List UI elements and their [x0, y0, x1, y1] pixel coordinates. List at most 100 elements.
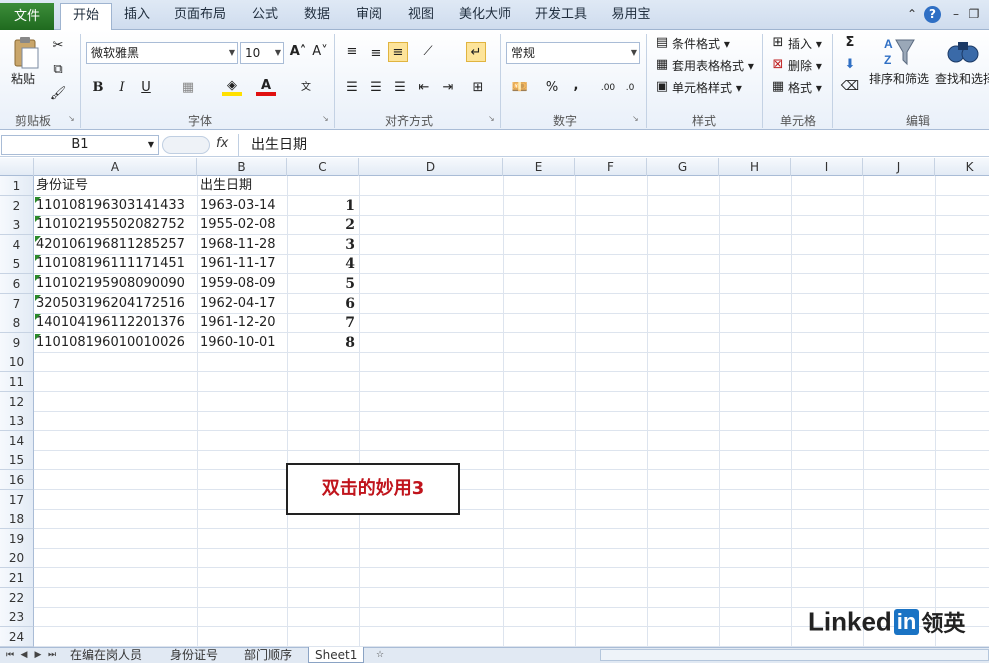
cell-a[interactable]: 身份证号: [36, 176, 196, 198]
font-name-select[interactable]: 微软雅黑 ▼: [86, 42, 238, 64]
copy-icon[interactable]: ⧉: [48, 60, 68, 80]
row-header[interactable]: 12: [0, 392, 34, 412]
row-header[interactable]: 11: [0, 372, 34, 392]
column-header-e[interactable]: E: [503, 158, 575, 176]
tab-easy-tools[interactable]: 易用宝: [606, 3, 656, 30]
comma-button[interactable]: ,: [566, 76, 586, 96]
tab-view[interactable]: 视图: [402, 3, 440, 30]
tab-formulas[interactable]: 公式: [246, 3, 284, 30]
merge-center-icon[interactable]: ⊞: [468, 78, 488, 98]
tab-review[interactable]: 审阅: [350, 3, 388, 30]
cell-a[interactable]: 110102195908090090: [36, 274, 196, 296]
cell-c[interactable]: 2: [287, 215, 355, 237]
restore-icon[interactable]: ❐: [966, 6, 982, 22]
cell-c[interactable]: [287, 176, 355, 198]
row-header[interactable]: 23: [0, 607, 34, 627]
sheet-tab-sheet1[interactable]: Sheet1: [308, 647, 365, 663]
find-select-icon[interactable]: [946, 34, 980, 68]
row-header[interactable]: 16: [0, 470, 34, 490]
row-header[interactable]: 3: [0, 215, 34, 235]
align-left-icon[interactable]: ☰: [342, 78, 362, 98]
help-icon[interactable]: ?: [924, 6, 941, 23]
row-header[interactable]: 24: [0, 627, 34, 647]
decrease-decimal-icon[interactable]: .0: [620, 78, 640, 98]
name-box[interactable]: B1 ▼: [1, 135, 159, 155]
formula-resize-handle[interactable]: [162, 136, 210, 154]
row-header[interactable]: 17: [0, 490, 34, 510]
row-header[interactable]: 9: [0, 333, 34, 353]
cell-style-icon[interactable]: ▣: [652, 77, 672, 97]
find-select-button[interactable]: 查找和选择: [935, 70, 989, 87]
fill-icon[interactable]: ⬇: [840, 55, 860, 75]
cell-c[interactable]: 4: [287, 254, 355, 276]
row-header[interactable]: 20: [0, 548, 34, 568]
row-header[interactable]: 22: [0, 588, 34, 608]
last-sheet-icon[interactable]: ⏭: [46, 649, 58, 661]
column-header-c[interactable]: C: [287, 158, 359, 176]
collapse-ribbon-icon[interactable]: ⌃: [904, 6, 920, 22]
horizontal-scrollbar[interactable]: [600, 649, 989, 661]
column-header-k[interactable]: K: [935, 158, 989, 176]
cell-a[interactable]: 110102195502082752: [36, 215, 196, 237]
font-color-icon[interactable]: A: [256, 76, 276, 96]
tab-developer[interactable]: 开发工具: [530, 3, 592, 30]
insert-function-button[interactable]: fx: [216, 136, 228, 151]
row-header[interactable]: 15: [0, 450, 34, 470]
tab-home[interactable]: 开始: [60, 3, 112, 31]
column-header-b[interactable]: B: [197, 158, 287, 176]
fill-color-icon[interactable]: ◈: [222, 76, 242, 96]
row-header[interactable]: 1: [0, 176, 34, 196]
row-header[interactable]: 7: [0, 294, 34, 314]
cell-b[interactable]: 出生日期: [200, 176, 286, 198]
number-format-select[interactable]: 常规 ▼: [506, 42, 640, 64]
sheet-tab-id-number[interactable]: 身份证号: [164, 647, 224, 663]
cell-a[interactable]: 110108196111171451: [36, 254, 196, 276]
column-header-g[interactable]: G: [647, 158, 719, 176]
format-cells-icon[interactable]: ▦: [768, 77, 788, 97]
align-right-icon[interactable]: ☰: [390, 78, 410, 98]
decrease-indent-icon[interactable]: ⇤: [414, 78, 434, 98]
insert-cells-button[interactable]: 插入 ▾: [788, 35, 822, 52]
sheet-tab-staff[interactable]: 在编在岗人员: [64, 647, 148, 663]
number-launcher-icon[interactable]: ↘: [632, 114, 642, 124]
new-sheet-icon[interactable]: ☆: [372, 649, 388, 661]
cell-a[interactable]: 110108196010010026: [36, 333, 196, 355]
row-header[interactable]: 19: [0, 529, 34, 549]
percent-button[interactable]: %: [542, 78, 562, 98]
bold-button[interactable]: B: [88, 78, 108, 98]
delete-cells-icon[interactable]: ⊠: [768, 55, 788, 75]
phonetic-icon[interactable]: 文: [296, 78, 316, 98]
tab-page-layout[interactable]: 页面布局: [168, 3, 232, 30]
column-header-f[interactable]: F: [575, 158, 647, 176]
cell-b[interactable]: 1959-08-09: [200, 274, 286, 296]
font-launcher-icon[interactable]: ↘: [322, 114, 332, 124]
row-header[interactable]: 13: [0, 411, 34, 431]
column-header-a[interactable]: A: [34, 158, 197, 176]
cell-c[interactable]: 8: [287, 333, 355, 355]
row-header[interactable]: 21: [0, 568, 34, 588]
delete-cells-button[interactable]: 删除 ▾: [788, 57, 822, 74]
align-bottom-icon[interactable]: ≡: [388, 42, 408, 62]
orientation-icon[interactable]: ⟋: [418, 42, 438, 62]
tab-beautify-master[interactable]: 美化大师: [452, 3, 518, 30]
minimize-icon[interactable]: –: [948, 6, 964, 22]
italic-button[interactable]: I: [112, 78, 132, 98]
format-painter-icon[interactable]: 🖌: [48, 84, 68, 104]
align-top-icon[interactable]: ≡: [342, 42, 362, 62]
tab-data[interactable]: 数据: [298, 3, 336, 30]
sheet-tab-dept-order[interactable]: 部门顺序: [238, 647, 298, 663]
first-sheet-icon[interactable]: ⏮: [4, 649, 16, 661]
file-tab[interactable]: 文件: [0, 3, 54, 30]
autosum-icon[interactable]: Σ: [840, 33, 860, 53]
cell-b[interactable]: 1961-11-17: [200, 254, 286, 276]
cut-icon[interactable]: ✂: [48, 36, 68, 56]
border-icon[interactable]: ▦: [178, 78, 198, 98]
row-header[interactable]: 5: [0, 254, 34, 274]
row-header[interactable]: 6: [0, 274, 34, 294]
increase-indent-icon[interactable]: ⇥: [438, 78, 458, 98]
sort-filter-icon[interactable]: AZ: [882, 34, 916, 68]
increase-decimal-icon[interactable]: .00: [598, 78, 618, 98]
row-header[interactable]: 14: [0, 431, 34, 451]
tab-insert[interactable]: 插入: [118, 3, 156, 30]
formula-input[interactable]: 出生日期: [238, 134, 989, 156]
